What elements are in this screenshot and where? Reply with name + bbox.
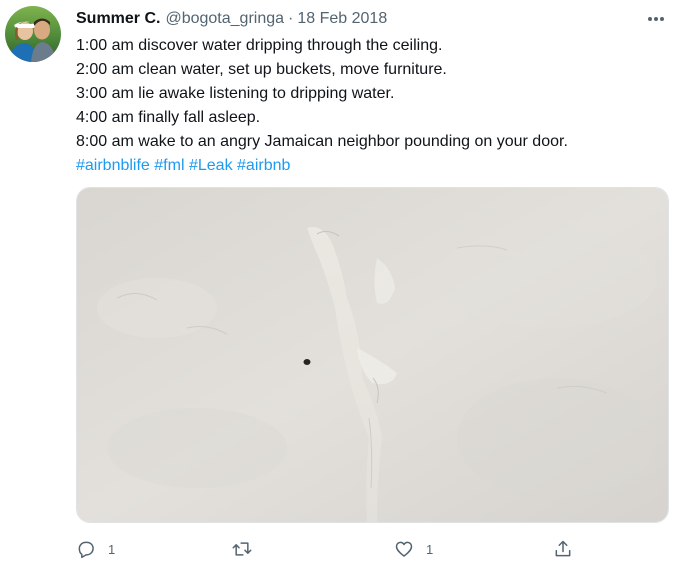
reply-count: 1 — [108, 541, 116, 557]
hashtag-link[interactable]: #Leak — [189, 157, 233, 174]
tweet-text-line: 8:00 am wake to an angry Jamaican neighb… — [76, 133, 568, 150]
more-horizontal-icon — [648, 17, 664, 21]
tweet-text-line: 3:00 am lie awake listening to dripping … — [76, 85, 395, 102]
more-options-button[interactable] — [644, 9, 668, 29]
avatar[interactable] — [5, 6, 61, 62]
share-icon — [555, 540, 571, 557]
reply-button[interactable]: 1 — [76, 536, 115, 562]
tweet-actions: 1 1 — [76, 536, 586, 562]
reply-icon — [78, 541, 94, 559]
wall-leak-photo — [77, 188, 668, 522]
tweet-text-line: 2:00 am clean water, set up buckets, mov… — [76, 61, 447, 78]
like-count: 1 — [426, 541, 434, 557]
header-separator: · — [288, 10, 294, 27]
share-button[interactable] — [553, 536, 573, 562]
hashtags: #airbnblife #fml #Leak #airbnb — [76, 154, 666, 178]
hashtag-link[interactable]: #fml — [154, 157, 184, 174]
retweet-icon — [232, 542, 252, 556]
tweet-text-line: 1:00 am discover water dripping through … — [76, 37, 443, 54]
tweet-photo[interactable] — [76, 187, 669, 523]
profile-photo-avatar — [5, 6, 61, 62]
tweet-header: Summer C. @bogota_gringa · 18 Feb 2018 — [76, 8, 387, 30]
tweet-text-line: 4:00 am finally fall asleep. — [76, 109, 261, 126]
user-handle[interactable]: @bogota_gringa — [165, 10, 284, 28]
tweet-date[interactable]: 18 Feb 2018 — [297, 10, 387, 28]
tweet: Summer C. @bogota_gringa · 18 Feb 2018 1… — [0, 0, 680, 568]
heart-icon — [395, 541, 413, 557]
retweet-button[interactable] — [231, 536, 253, 562]
display-name[interactable]: Summer C. — [76, 10, 160, 28]
like-button[interactable]: 1 — [394, 536, 433, 562]
hashtag-link[interactable]: #airbnb — [237, 157, 290, 174]
hashtag-link[interactable]: #airbnblife — [76, 157, 150, 174]
tweet-text: 1:00 am discover water dripping through … — [76, 34, 666, 178]
